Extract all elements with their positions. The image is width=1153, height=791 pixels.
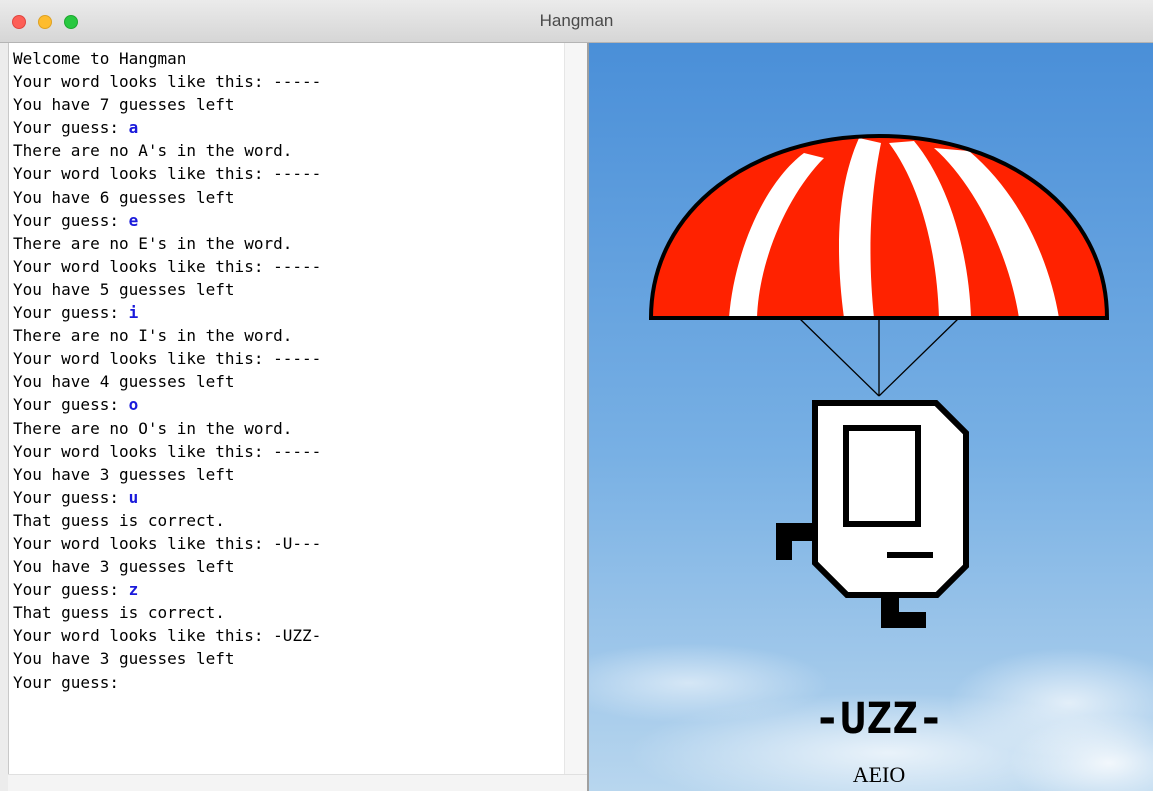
console-line-text: You have 3 guesses left [13, 557, 235, 577]
console-line-text: Your guess: [13, 210, 129, 230]
console-line-text: There are no A's in the word. [13, 141, 293, 161]
user-guess-input: a [128, 118, 139, 138]
console-line: Your guess: o [13, 393, 564, 416]
console-line: Your guess: u [13, 486, 564, 509]
console-line-text: Your word looks like this: ----- [13, 164, 322, 184]
display-word: -UZZ- [814, 694, 943, 744]
console-line: Your guess: e [13, 209, 564, 232]
window-title: Hangman [539, 11, 614, 30]
console-line: Your word looks like this: ----- [13, 440, 564, 463]
console-line: You have 6 guesses left [13, 186, 564, 209]
user-guess-input: e [128, 210, 139, 230]
console-line: There are no I's in the word. [13, 324, 564, 347]
hangman-canvas: -UZZ- AEIO [587, 43, 1153, 791]
console-line-text: You have 3 guesses left [13, 649, 235, 669]
console-line-text: Your word looks like this: ----- [13, 441, 322, 461]
console-line-text: Welcome to Hangman [13, 49, 187, 68]
console-line: Your word looks like this: ----- [13, 70, 564, 93]
console-line: You have 5 guesses left [13, 278, 564, 301]
horizontal-scrollbar[interactable] [8, 774, 587, 791]
user-guess-input: z [128, 580, 139, 600]
console-line: Your word looks like this: -U--- [13, 532, 564, 555]
console-line-text: You have 5 guesses left [13, 279, 235, 299]
console-line: There are no A's in the word. [13, 139, 564, 162]
console-line: Your guess: a [13, 116, 564, 139]
user-guess-input: i [128, 303, 139, 323]
console-line: You have 3 guesses left [13, 555, 564, 578]
console-line: Your word looks like this: ----- [13, 347, 564, 370]
console-output[interactable]: Welcome to Hangman Your word looks like t… [8, 43, 564, 774]
incorrect-guesses: AEIO [853, 762, 906, 787]
console-line-text: Your word looks like this: -UZZ- [13, 626, 322, 646]
console-line: There are no E's in the word. [13, 232, 564, 255]
console-line: Your word looks like this: ----- [13, 162, 564, 185]
console-line: You have 7 guesses left [13, 93, 564, 116]
user-guess-input: u [128, 487, 139, 507]
console-line: Your word looks like this: ----- [13, 255, 564, 278]
console-line-text: You have 7 guesses left [13, 95, 235, 115]
vertical-scrollbar[interactable] [564, 43, 587, 774]
console-line-text: You have 4 guesses left [13, 372, 235, 392]
console-line-text: Your guess: [13, 672, 119, 692]
console-line: You have 3 guesses left [13, 647, 564, 670]
console-line: That guess is correct. [13, 509, 564, 532]
console-line: Your word looks like this: -UZZ- [13, 624, 564, 647]
console-line: Your guess: [13, 671, 564, 694]
console-line: You have 3 guesses left [13, 463, 564, 486]
console-line-text: Your guess: [13, 303, 129, 323]
console-line: Your guess: i [13, 301, 564, 324]
console-line-text: Your guess: [13, 118, 129, 138]
console-line-text: Your word looks like this: -U--- [13, 533, 322, 553]
console-line-text: That guess is correct. [13, 510, 225, 530]
console-line-text: Your guess: [13, 395, 129, 415]
console-line: You have 4 guesses left [13, 370, 564, 393]
console-line-text: There are no O's in the word. [13, 418, 293, 438]
console-line-text: There are no I's in the word. [13, 326, 293, 346]
console-line: Welcome to Hangman [13, 47, 564, 70]
console-line: That guess is correct. [13, 601, 564, 624]
console-line-text: There are no E's in the word. [13, 233, 293, 253]
user-guess-input: o [128, 395, 139, 415]
title-bar[interactable]: Hangman [0, 0, 1153, 43]
console-line-text: Your word looks like this: ----- [13, 349, 322, 369]
console-line-text: Your guess: [13, 580, 129, 600]
console-line-text: Your word looks like this: ----- [13, 256, 322, 276]
console-line-text: Your guess: [13, 487, 129, 507]
canvas-drawing: -UZZ- AEIO [589, 43, 1153, 791]
console-line-text: That guess is correct. [13, 603, 225, 623]
hangman-window: Hangman Welcome to Hangman Your word look… [0, 0, 1153, 791]
console-line: Your guess: z [13, 578, 564, 601]
console-line: There are no O's in the word. [13, 417, 564, 440]
console-line-text: Your word looks like this: ----- [13, 72, 322, 92]
console-line-text: You have 6 guesses left [13, 187, 235, 207]
console-line-text: You have 3 guesses left [13, 464, 235, 484]
